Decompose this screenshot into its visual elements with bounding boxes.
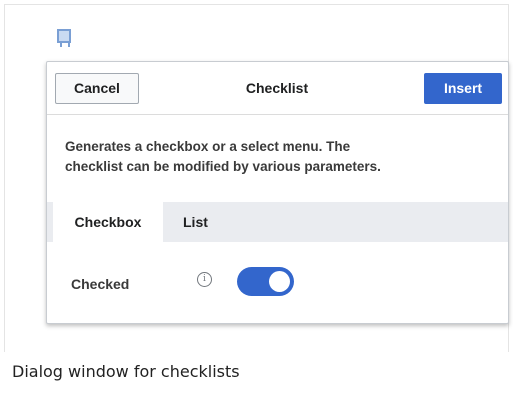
toggle-knob [269, 271, 290, 292]
tab-checkbox[interactable]: Checkbox [53, 202, 163, 242]
dialog-description: Generates a checkbox or a select menu. T… [65, 137, 495, 177]
figure-frame: Cancel Checklist Insert Generates a chec… [4, 4, 509, 352]
tabs-bar: Checkbox List [47, 202, 508, 242]
dialog-title: Checklist [245, 80, 309, 96]
dialog-header: Cancel Checklist Insert [47, 62, 508, 115]
description-line: checklist can be modified by various par… [65, 159, 381, 174]
description-line: Generates a checkbox or a select menu. T… [65, 139, 351, 154]
cancel-button[interactable]: Cancel [55, 73, 139, 104]
checklist-widget-icon[interactable] [57, 29, 71, 47]
info-icon[interactable]: i [197, 272, 212, 287]
tab-list[interactable]: List [171, 202, 231, 242]
checklist-dialog: Cancel Checklist Insert Generates a chec… [46, 61, 509, 324]
insert-button[interactable]: Insert [424, 73, 502, 104]
checked-toggle[interactable] [237, 267, 294, 296]
figure-caption: Dialog window for checklists [12, 362, 240, 381]
checked-field-label: Checked [71, 276, 130, 292]
